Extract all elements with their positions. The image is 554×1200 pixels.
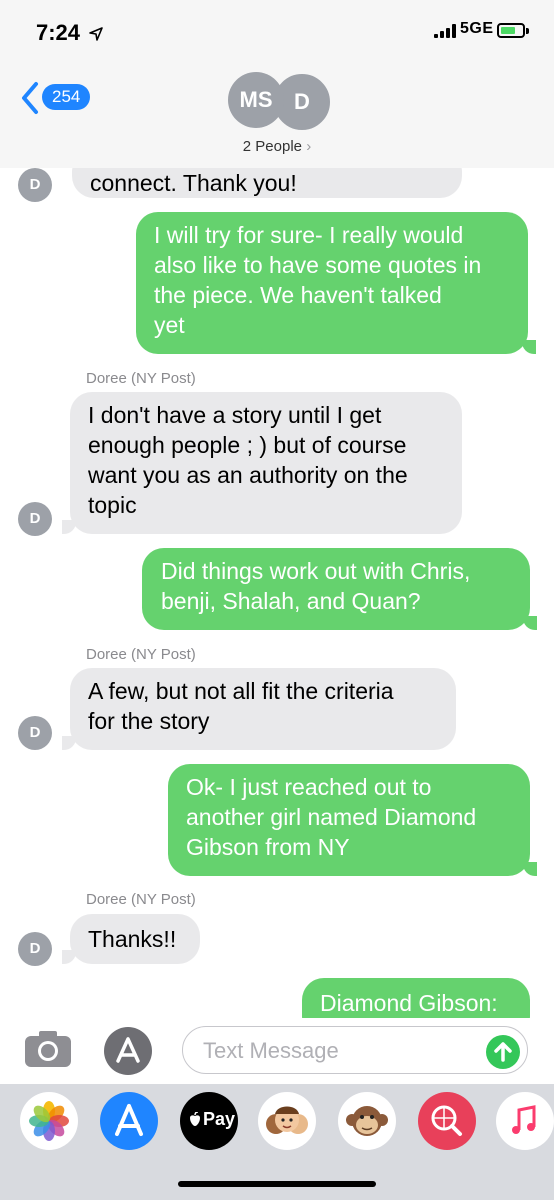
outgoing-message[interactable]: Did things work out with Chris, benji, S… bbox=[142, 548, 530, 630]
incoming-message[interactable]: I don't have a story until I get enough … bbox=[70, 392, 462, 534]
music-note-icon bbox=[512, 1105, 536, 1134]
sender-name: Doree (NY Post) bbox=[86, 646, 196, 663]
bubble-tail bbox=[62, 736, 76, 750]
sender-avatar: D bbox=[18, 932, 52, 966]
bubble-tail bbox=[523, 862, 537, 876]
memoji-faces-icon bbox=[266, 1106, 308, 1134]
sender-name: Doree (NY Post) bbox=[86, 891, 196, 908]
network-label: 5GE bbox=[460, 20, 494, 37]
sender-avatar: D bbox=[18, 502, 52, 536]
sender-avatar: D bbox=[18, 716, 52, 750]
incoming-message[interactable]: A few, but not all fit the criteria for … bbox=[70, 668, 456, 750]
people-label: 2 People bbox=[242, 138, 303, 155]
battery-icon bbox=[497, 23, 525, 38]
apple-pay-label: Pay bbox=[203, 1109, 236, 1129]
music-app[interactable] bbox=[496, 1092, 554, 1150]
message-list[interactable]: connect. Thank you! D I will try for sur… bbox=[0, 168, 554, 1018]
photos-icon bbox=[29, 1101, 69, 1141]
sender-name: Doree (NY Post) bbox=[86, 370, 196, 387]
bubble-tail bbox=[522, 340, 536, 354]
home-indicator[interactable] bbox=[178, 1181, 376, 1187]
app-store-button[interactable] bbox=[104, 1027, 152, 1075]
sender-avatar: D bbox=[18, 168, 52, 202]
images-search-app[interactable] bbox=[418, 1092, 476, 1150]
globe-search-icon bbox=[431, 1105, 462, 1136]
back-chevron-icon[interactable] bbox=[18, 80, 40, 116]
outgoing-message[interactable]: Diamond Gibson: bbox=[302, 978, 530, 1018]
apple-pay-app[interactable]: Pay bbox=[180, 1092, 238, 1150]
apple-logo-icon bbox=[190, 1112, 200, 1126]
back-unread-count[interactable]: 254 bbox=[42, 84, 91, 110]
arrow-up-icon bbox=[494, 1042, 512, 1062]
app-store-icon bbox=[116, 1037, 140, 1063]
signal-icon bbox=[434, 24, 456, 38]
status-bar: 7:24 5GE bbox=[0, 0, 554, 64]
memoji-app[interactable] bbox=[258, 1092, 316, 1150]
photos-app[interactable] bbox=[20, 1092, 78, 1150]
incoming-message[interactable]: Thanks!! bbox=[70, 914, 200, 964]
people-button[interactable]: 2 People › bbox=[0, 138, 554, 155]
clock: 7:24 bbox=[36, 20, 81, 45]
incoming-message[interactable]: connect. Thank you! bbox=[72, 168, 462, 198]
composer-bar bbox=[0, 1018, 554, 1084]
bubble-tail bbox=[62, 520, 76, 534]
bubble-tail bbox=[62, 950, 76, 964]
message-input[interactable] bbox=[201, 1027, 465, 1075]
conversation-header: 254 D MS 2 People › bbox=[0, 64, 554, 169]
bubble-tail bbox=[523, 616, 537, 630]
outgoing-message[interactable]: I will try for sure- I really would also… bbox=[136, 212, 528, 354]
outgoing-message[interactable]: Ok- I just reached out to another girl n… bbox=[168, 764, 530, 876]
location-arrow-icon bbox=[89, 27, 103, 41]
send-button[interactable] bbox=[486, 1035, 520, 1069]
monkey-icon bbox=[346, 1106, 388, 1136]
camera-icon[interactable] bbox=[24, 1028, 72, 1068]
app-store-a-icon bbox=[115, 1104, 143, 1136]
animoji-app[interactable] bbox=[338, 1092, 396, 1150]
message-field[interactable] bbox=[182, 1026, 528, 1075]
battery-cap bbox=[526, 28, 529, 34]
app-store-app[interactable] bbox=[100, 1092, 158, 1150]
chevron-right-icon: › bbox=[306, 138, 312, 155]
avatar-ms[interactable]: MS bbox=[228, 72, 284, 128]
